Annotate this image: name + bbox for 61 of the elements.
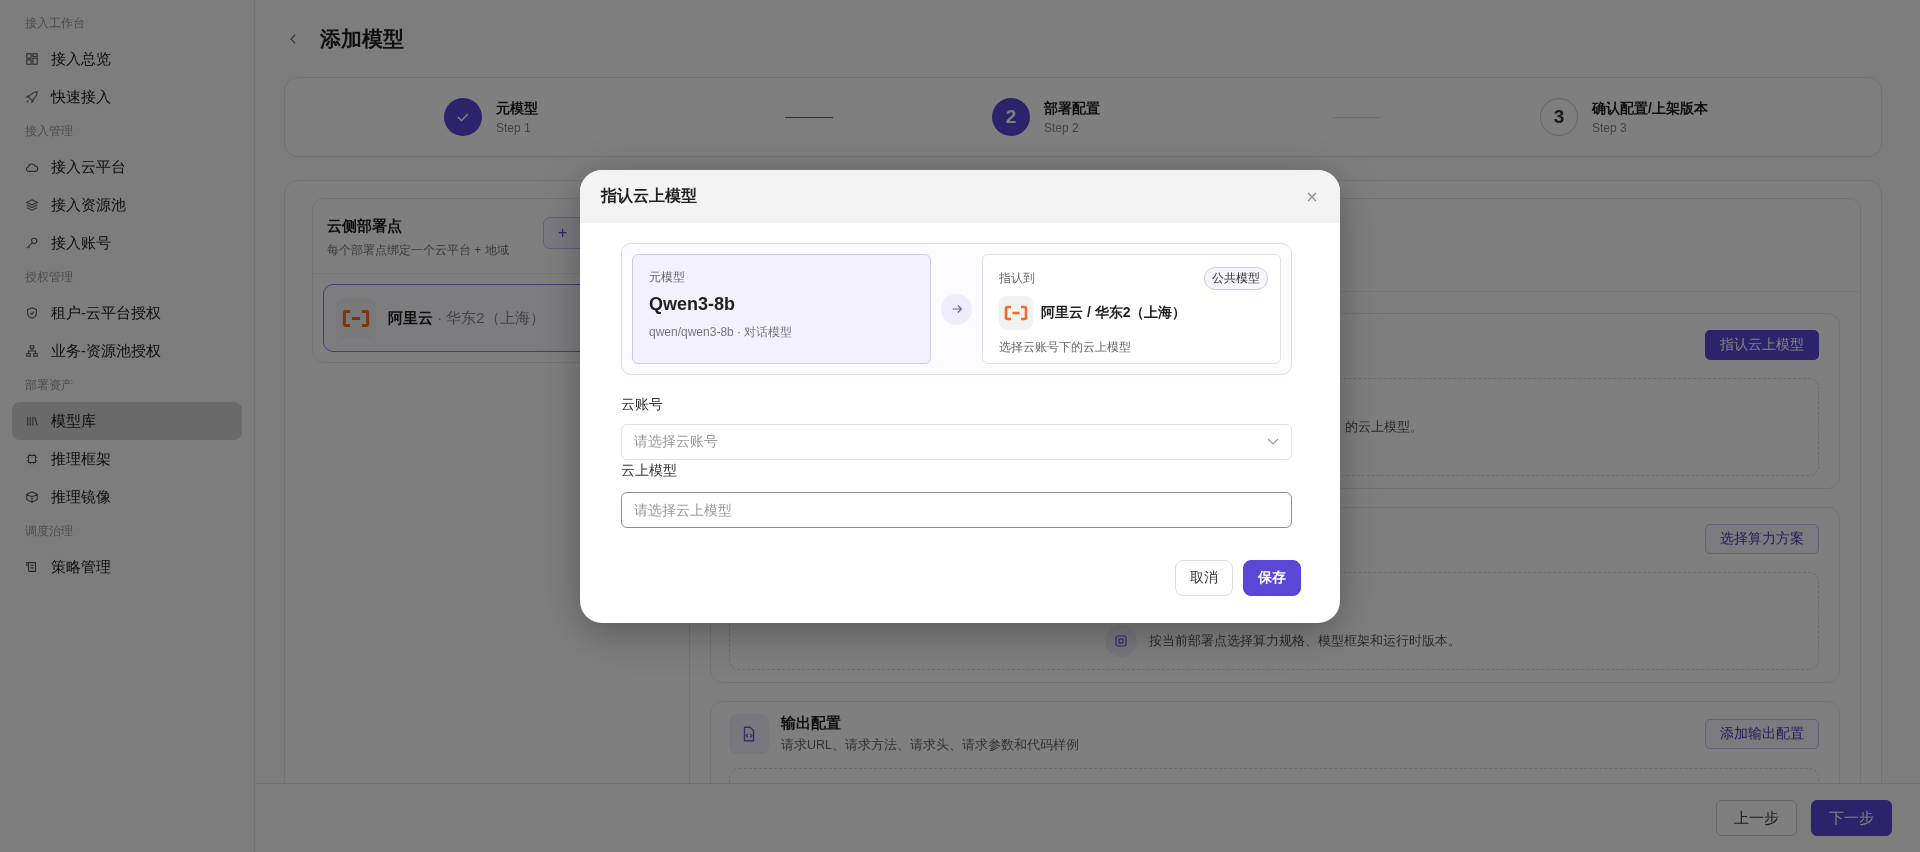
close-icon[interactable] (1306, 190, 1318, 203)
target-name: 阿里云 / 华东2（上海） (1041, 304, 1187, 322)
chip-icon (1105, 625, 1137, 657)
tree-icon (25, 344, 39, 358)
sidebar-item[interactable]: 策略管理 (12, 548, 242, 586)
sidebar-item[interactable]: 推理镜像 (12, 478, 242, 516)
select-field[interactable]: 请选择云账号 (621, 424, 1292, 460)
next-button[interactable]: 下一步 (1811, 800, 1892, 836)
page-title: 添加模型 (320, 25, 404, 52)
sidebar-item[interactable]: 接入云平台 (12, 148, 242, 186)
panel-title: 云侧部署点 (327, 217, 403, 236)
chip-icon (25, 452, 39, 466)
cancel-button[interactable]: 取消 (1175, 560, 1233, 596)
card-label: 元模型 (649, 269, 686, 286)
shield-icon (25, 306, 39, 320)
grid-icon (25, 52, 39, 66)
model-badge: 公共模型 (1204, 267, 1268, 290)
rocket-icon (25, 90, 39, 104)
code-file-icon (729, 714, 769, 754)
placeholder-text: 按当前部署点选择算力规格、模型框架和运行时版本。 (1149, 632, 1461, 650)
field-label: 云账号 (621, 396, 664, 414)
step-indicator: 2 (992, 98, 1030, 136)
section-button[interactable]: 指认云上模型 (1705, 330, 1819, 360)
card-label: 指认到 (999, 270, 1035, 287)
section-button[interactable]: 选择算力方案 (1705, 524, 1819, 554)
step-indicator: 3 (1540, 98, 1578, 136)
step-subtitle: Step 3 (1592, 120, 1628, 135)
step-title: 确认配置/上架版本 (1592, 99, 1709, 118)
key-icon (25, 236, 39, 250)
step-title: 元模型 (496, 99, 539, 118)
back-icon[interactable] (289, 32, 298, 45)
bracket-logo-icon (1004, 305, 1028, 321)
placeholder-text: 的云上模型。 (1345, 418, 1423, 436)
step-subtitle: Step 2 (1044, 120, 1080, 135)
step-title: 部署配置 (1044, 99, 1101, 118)
deploy-point-name: 阿里云 · 华东2（上海） (388, 308, 545, 328)
sidebar-item[interactable]: 快速接入 (12, 78, 242, 116)
section-button[interactable]: 添加输出配置 (1705, 719, 1819, 749)
sidebar-item[interactable]: 推理框架 (12, 440, 242, 478)
target-hint: 选择云账号下的云上模型 (999, 339, 1132, 356)
input-field[interactable]: 请选择云上模型 (621, 492, 1292, 528)
sidebar-item[interactable]: 接入总览 (12, 40, 242, 78)
layers-icon (25, 198, 39, 212)
bracket-logo-icon (342, 308, 370, 328)
sidebar-item[interactable]: 租户-云平台授权 (12, 294, 242, 332)
section-subtitle: 请求URL、请求方法、请求头、请求参数和代码样例 (781, 737, 1079, 754)
cube-icon (25, 490, 39, 504)
save-button[interactable]: 保存 (1243, 560, 1301, 596)
prev-button[interactable]: 上一步 (1716, 800, 1797, 836)
chevron-down-icon (1267, 438, 1279, 446)
cloud-icon (25, 160, 39, 174)
step-subtitle: Step 1 (496, 120, 532, 135)
section-title: 输出配置 (781, 714, 842, 733)
sidebar-item[interactable]: 接入账号 (12, 224, 242, 262)
field-label: 云上模型 (621, 462, 678, 480)
sidebar-item[interactable]: 业务-资源池授权 (12, 332, 242, 370)
sidebar-item[interactable]: 接入资源池 (12, 186, 242, 224)
sidebar-item[interactable]: 模型库 (12, 402, 242, 440)
scroll-icon (25, 560, 39, 574)
modal-title: 指认云上模型 (601, 186, 697, 206)
books-icon (25, 414, 39, 428)
